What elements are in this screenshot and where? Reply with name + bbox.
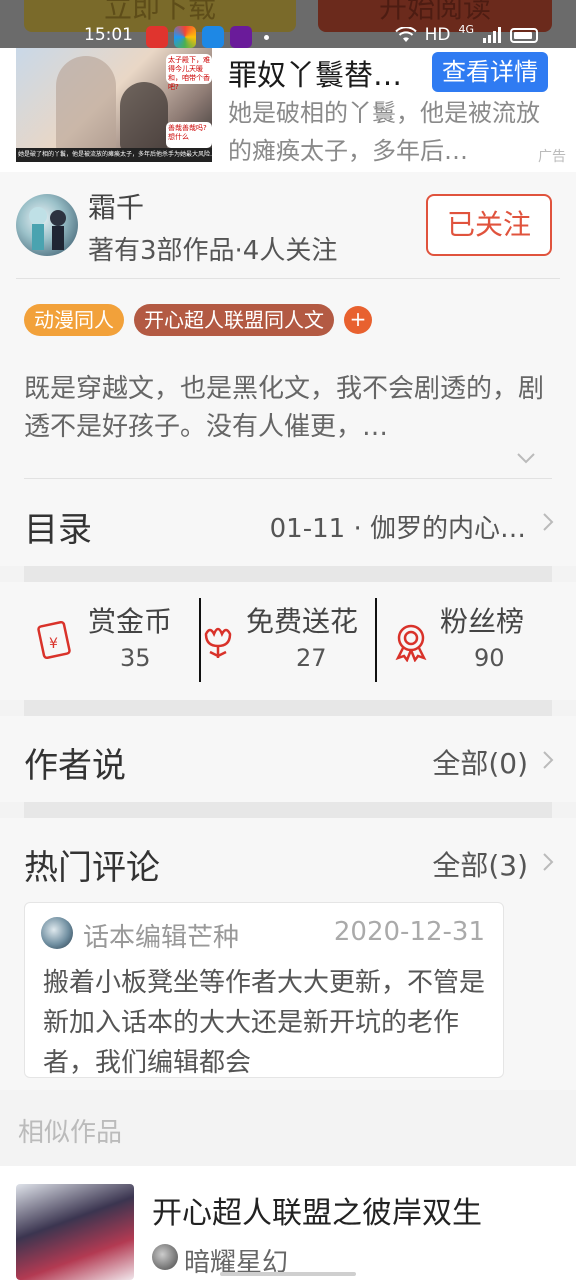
author-says-all-link[interactable]: 全部(0) [432,742,528,782]
stat-label: 粉丝榜 [440,605,525,638]
wifi-icon [394,27,417,42]
comment-user[interactable]: 话本编辑芒种 [83,917,239,954]
stat-label: 免费送花 [246,605,359,638]
flower-icon [204,627,232,658]
author-name[interactable]: 霜千 [88,186,144,226]
status-app-icons [146,26,269,48]
stat-separator [375,598,377,682]
divider [16,278,560,279]
chevron-right-icon [543,853,554,871]
ad-figure-man [56,56,116,156]
section-separator [24,802,552,818]
section-separator [24,700,552,716]
ad-thumb-caption: 她是破了相的丫鬟，他是被流放的瘫痪太子，多年后他杀手为她最大风险… [16,148,212,162]
ad-thumb-bubble-top: 太子殿下，难得今儿天暖和，咱带个香吧? [166,54,212,91]
app-purple-icon [230,26,252,48]
author-meta: 著有3部作品·4人关注 [88,236,338,266]
author-says-title: 作者说 [24,746,126,786]
similar-work-author-avatar [152,1244,178,1270]
ad-title[interactable]: 罪奴丫鬟替… [228,52,402,94]
similar-work-title[interactable]: 开心超人联盟之彼岸双生 [152,1188,482,1232]
add-tag-button[interactable]: + [344,306,372,334]
signal-icon [483,27,501,43]
table-of-contents-row[interactable]: 目录 01-11 · 伽罗的内心… [0,480,576,566]
stat-value: 90 [474,644,505,672]
tag-list: 动漫同人 开心超人联盟同人文 + [24,304,372,336]
reward-coins-stat[interactable]: ¥ 赏金币 35 [36,600,186,682]
toc-title: 目录 [24,510,92,550]
similar-work-cover[interactable] [16,1184,134,1280]
similar-work-item[interactable]: 开心超人联盟之彼岸双生 暗耀星幻 [0,1166,576,1280]
home-indicator[interactable] [220,1272,356,1276]
author-avatar[interactable] [16,194,78,256]
ad-banner[interactable]: 太子殿下，难得今儿天暖和，咱带个香吧? 善哉善哉吗?想什么 她是破了相的丫鬟，他… [0,48,576,172]
app-red-icon [146,26,168,48]
chevron-right-icon [543,513,554,531]
chevron-down-icon[interactable] [516,452,536,464]
status-time: 15:01 [84,25,133,45]
toc-latest-chapter[interactable]: 01-11 · 伽罗的内心… [270,508,526,545]
book-description[interactable]: 既是穿越文，也是黑化文，我不会剧透的，剧透不是好孩子。没有人催更，… [24,370,544,446]
book-info-section: 动漫同人 开心超人联盟同人文 + 既是穿越文，也是黑化文，我不会剧透的，剧透不是… [0,280,576,480]
ad-figure-woman [120,82,168,152]
red-envelope-icon: ¥ [37,620,71,660]
tag-item[interactable]: 开心超人联盟同人文 [134,304,334,336]
battery-icon [510,27,538,43]
network-type: HD [424,25,451,45]
hot-comments-all-link[interactable]: 全部(3) [432,844,528,884]
follow-button[interactable]: 已关注 [426,194,552,256]
tag-item[interactable]: 动漫同人 [24,304,124,336]
ad-label: 广告 [534,146,570,166]
app-blue-icon [202,26,224,48]
similar-works-label: 相似作品 [18,1118,123,1148]
hot-comments-title: 热门评论 [24,848,160,888]
author-avatar-art-icon [29,207,66,250]
signal-label: 4G [458,22,474,36]
chevron-right-icon [543,751,554,769]
svg-text:¥: ¥ [49,636,58,652]
fan-ranking-stat[interactable]: 粉丝榜 90 [392,600,542,682]
ad-thumb-bubble-bottom: 善哉善哉吗?想什么 [166,122,212,148]
stats-row: ¥ 赏金币 35 免费送花 27 粉丝榜 90 [0,582,576,700]
comment-date: 2020-12-31 [333,917,485,947]
author-section: 霜千 著有3部作品·4人关注 已关注 [0,172,576,280]
ad-thumbnail[interactable]: 太子殿下，难得今儿天暖和，咱带个香吧? 善哉善哉吗?想什么 她是破了相的丫鬟，他… [16,48,212,162]
medal-icon [395,624,427,662]
comment-avatar[interactable] [41,917,73,949]
comment-card[interactable]: 话本编辑芒种 2020-12-31 搬着小板凳坐等作者大大更新，不管是新加入话本… [24,902,504,1078]
status-indicators: HD 4G [394,22,538,45]
divider [24,478,552,479]
section-separator [24,566,552,582]
app-colorful-icon [174,26,196,48]
stat-label: 赏金币 [88,605,173,638]
stat-value: 35 [120,644,151,672]
notification-dot-icon [264,34,269,40]
free-flower-stat[interactable]: 免费送花 27 [200,600,376,682]
stat-value: 27 [296,644,327,672]
comment-text: 搬着小板凳坐等作者大大更新，不管是新加入话本的大大还是新开坑的老作者，我们编辑都… [43,968,486,1078]
ad-detail-button[interactable]: 查看详情 [432,52,548,92]
author-says-section[interactable]: 作者说 全部(0) [0,716,576,802]
ad-description: 她是破相的丫鬟，他是被流放的瘫痪太子，多年后… [228,99,540,165]
